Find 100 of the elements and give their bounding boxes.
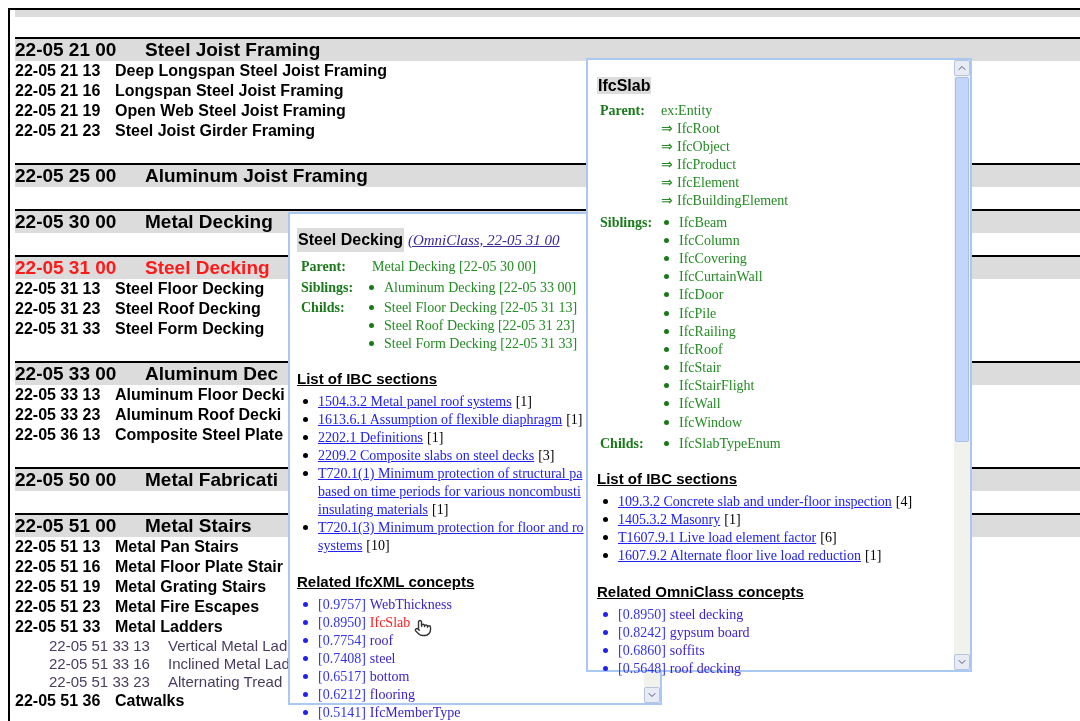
similarity-score: [0.6212] [318, 685, 366, 704]
sibling-item: IfcRoof [679, 340, 723, 359]
bullet-icon [603, 647, 608, 653]
reference-count: [1] [566, 411, 583, 429]
child-item: Steel Floor Decking [22-05 31 13] [384, 298, 578, 317]
ibc-link[interactable]: systems [318, 535, 363, 556]
similarity-score: [0.8950] [318, 613, 366, 632]
section-heading: List of IBC sections [297, 370, 438, 387]
bullet-icon [603, 499, 608, 505]
section-title: Metal Decking [145, 210, 273, 234]
popup-title: Steel Decking [297, 228, 404, 252]
source-link[interactable]: (OmniClass, 22-05 31 00 [407, 228, 560, 252]
subitem-code: 22-05 51 33 13 [49, 635, 151, 656]
section-heading: Related IfcXML concepts [297, 572, 475, 590]
section-code: 22-05 50 00 [15, 468, 118, 492]
subitem-code: 22-05 51 33 16 [49, 653, 151, 674]
arrow-symbol: ⇒ [661, 155, 673, 174]
bullet-icon [303, 471, 308, 476]
bullet-icon [303, 525, 308, 530]
bullet-icon [603, 665, 608, 671]
ibc-link[interactable]: T720.1(1) Minimum protection of structural pa [318, 463, 583, 484]
ibc-link[interactable]: based on time periods for various noncombusti [318, 481, 581, 502]
item-code: 22-05 21 19 [15, 101, 102, 121]
arrow-symbol: ⇒ [661, 119, 673, 138]
similarity-score: [0.5141] [318, 703, 366, 721]
bullet-icon [369, 322, 374, 328]
item-title: Metal Floor Plate Stair [115, 557, 284, 577]
ibc-link[interactable]: 2202.1 Definitions [318, 427, 423, 448]
item-title: Metal Ladders [115, 617, 223, 637]
reference-count: [6] [820, 529, 837, 548]
subitem-title: Alternating Tread [168, 671, 283, 692]
section-code: 22-05 21 00 [15, 38, 118, 62]
ibc-link[interactable]: 2209.2 Composite slabs on steel decks [318, 445, 535, 466]
child-item: Steel Roof Decking [22-05 31 23] [384, 316, 575, 335]
field-label: Childs: [301, 298, 346, 317]
ibc-link[interactable]: insulating materials [318, 499, 429, 520]
scroll-down-button[interactable] [954, 654, 970, 670]
reference-count: [1] [865, 547, 882, 566]
bullet-icon [664, 346, 669, 352]
ibc-link[interactable]: 1504.3.2 Metal panel roof systems [318, 391, 512, 412]
similarity-score: [0.5648] [618, 659, 666, 678]
section-code: 22-05 33 00 [15, 362, 118, 386]
bullet-icon [303, 619, 308, 625]
reference-count: [1] [515, 393, 532, 411]
item-code: 22-05 33 13 [15, 385, 102, 405]
reference-count: [1] [427, 429, 444, 447]
item-title: Steel Floor Decking [115, 279, 265, 299]
bullet-icon [664, 383, 669, 389]
bullet-icon [664, 328, 669, 334]
section-heading: Related OmniClass concepts [597, 582, 804, 600]
item-title: Steel Joist Girder Framing [115, 121, 316, 141]
bullet-icon [603, 553, 608, 559]
item-code: 22-05 21 23 [15, 121, 102, 141]
section-code: 22-05 31 00 [15, 256, 118, 280]
reference-count: [3] [538, 447, 555, 465]
reference-count: [1] [724, 511, 741, 530]
bullet-icon [603, 517, 608, 523]
bullet-icon [369, 285, 374, 290]
field-label: Parent: [600, 101, 646, 120]
item-code: 22-05 31 23 [15, 299, 102, 319]
bullet-icon [664, 292, 669, 298]
scrollbar-thumb[interactable] [955, 77, 969, 442]
section-title: Steel Joist Framing [145, 38, 321, 62]
scroll-down-button[interactable] [644, 687, 660, 703]
ibc-link[interactable]: 1613.6.1 Assumption of flexible diaphragm [318, 409, 563, 430]
field-label: Siblings: [600, 213, 654, 232]
scroll-up-button[interactable] [954, 60, 970, 76]
scrollbar[interactable] [954, 60, 970, 670]
ancestor-item: IfcElement [677, 173, 740, 192]
bullet-icon [369, 304, 374, 310]
reference-count: [1] [432, 501, 449, 519]
sibling-item: IfcPile [679, 304, 717, 323]
bullet-icon [664, 255, 669, 261]
item-code: 22-05 36 13 [15, 425, 102, 445]
arrow-symbol: ⇒ [661, 191, 673, 210]
bullet-icon [603, 611, 608, 617]
section-code: 22-05 30 00 [15, 210, 118, 234]
bullet-icon [303, 637, 308, 643]
bullet-icon [603, 535, 608, 541]
ancestor-item: IfcProduct [677, 155, 737, 174]
section-title: Steel Decking [145, 256, 270, 280]
item-title: Metal Fire Escapes [115, 597, 260, 617]
bullet-icon [664, 310, 669, 316]
reference-count: [10] [366, 537, 390, 555]
similarity-score: [0.9757] [318, 595, 366, 614]
arrow-symbol: ⇒ [661, 173, 673, 192]
ibc-link[interactable]: T720.1(3) Minimum protection for floor and ro [318, 517, 584, 538]
similarity-score: [0.8242] [618, 623, 666, 642]
similarity-score: [0.8950] [618, 605, 666, 624]
section-title: Aluminum Joist Framing [145, 164, 368, 188]
section-code: 22-05 25 00 [15, 164, 118, 188]
sibling-item: Aluminum Decking [22-05 33 00] [384, 279, 577, 297]
section-heading: List of IBC sections [597, 470, 738, 488]
item-code: 22-05 21 13 [15, 61, 102, 81]
sibling-item: IfcWindow [679, 413, 743, 432]
parent-value: Metal Decking [22-05 30 00] [372, 258, 537, 276]
ancestor-item: IfcRoot [677, 119, 720, 138]
section-title: Metal Stairs [145, 514, 252, 538]
sibling-item: IfcDoor [679, 286, 724, 305]
bullet-icon [664, 219, 669, 225]
